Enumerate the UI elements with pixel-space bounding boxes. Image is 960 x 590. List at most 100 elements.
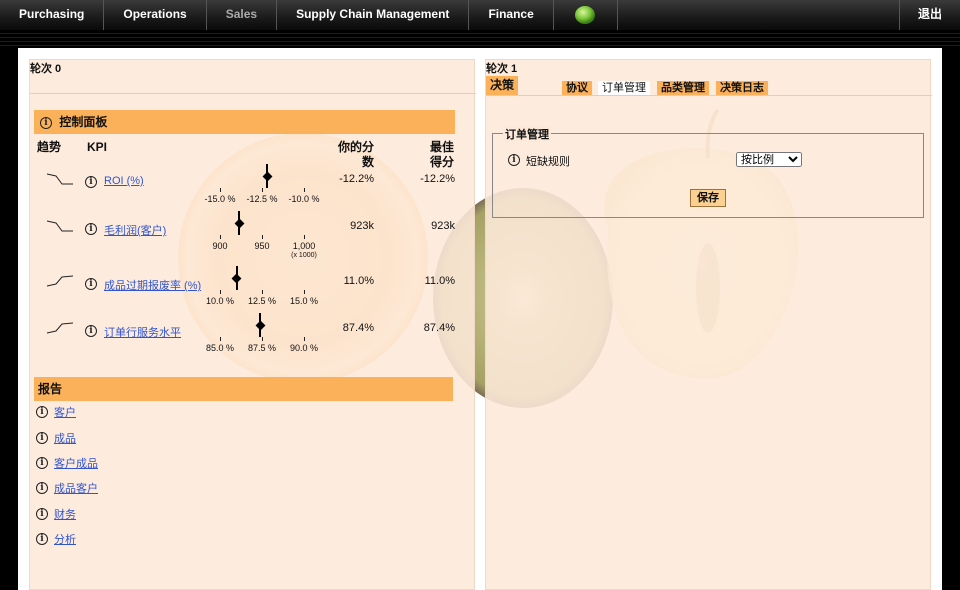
kpi-best-score: 11.0% (424, 275, 455, 287)
shortage-rule-select[interactable]: 按比例 (736, 152, 802, 167)
kpi-your-score: 11.0% (343, 275, 374, 287)
report-item-product-customer[interactable]: i 成品客户 (36, 479, 98, 497)
kpi-best-score: -12.2% (420, 173, 455, 185)
scale-tick-label: 85.0 % (205, 343, 235, 353)
score-marker-diamond (234, 218, 245, 229)
scale-tick (304, 235, 305, 239)
score-marker-diamond (262, 171, 272, 182)
scale-tick-label: 90.0 % (289, 343, 319, 353)
trend-sparkline-icon (46, 322, 74, 334)
reports-title: 报告 (38, 382, 63, 396)
info-icon[interactable]: i (85, 176, 97, 188)
report-item-customer[interactable]: i 客户 (36, 403, 76, 421)
info-icon[interactable]: i (85, 325, 97, 337)
scale-tick (304, 337, 305, 341)
scale-tick-label: 1,000 (292, 241, 316, 251)
report-link[interactable]: 成品客户 (54, 480, 98, 496)
report-link[interactable]: 成品 (54, 430, 76, 446)
nav-supply-chain-management[interactable]: Supply Chain Management (277, 0, 470, 30)
scale-tick (304, 188, 305, 192)
green-orb-logo-icon[interactable] (554, 0, 618, 30)
scale-tick (220, 290, 221, 294)
report-link[interactable]: 客户 (54, 404, 76, 420)
dashboard-header: i 控制面板 (34, 110, 455, 134)
report-item-analysis[interactable]: i 分析 (36, 530, 76, 548)
score-marker-diamond (255, 320, 266, 331)
scale-tick (262, 188, 263, 192)
report-link[interactable]: 分析 (54, 531, 76, 547)
info-icon[interactable]: i (36, 406, 48, 418)
kpi-your-score: 87.4% (342, 322, 374, 334)
kpi-row: i ROI (%) -12.2% -12.2% -15.0 % -12.5 % -10.0 … (30, 164, 476, 216)
scale-tick-label: 15.0 % (289, 296, 319, 306)
tab-order-management[interactable]: 订单管理 (598, 81, 650, 95)
info-icon[interactable]: i (85, 223, 97, 235)
tab-agreement[interactable]: 协议 (562, 81, 592, 95)
nav-operations[interactable]: Operations (104, 0, 207, 30)
report-item-product[interactable]: i 成品 (36, 429, 76, 447)
nav-purchasing[interactable]: Purchasing (0, 0, 105, 30)
info-icon[interactable]: i (36, 508, 48, 520)
scale-tick-label: 900 (212, 241, 228, 251)
round-0-title: 轮次 0 (30, 63, 62, 75)
report-item-finance[interactable]: i 财务 (36, 505, 76, 523)
info-icon[interactable]: i (36, 533, 48, 545)
kpi-link[interactable]: 毛利润(客户) (104, 222, 166, 238)
scale-tick (220, 235, 221, 239)
kpi-scale: 10.0 % 12.5 % 15.0 % (206, 266, 318, 306)
nav-sales[interactable]: Sales (207, 0, 278, 30)
divider (30, 93, 476, 94)
kpi-scale: 85.0 % 87.5 % 90.0 % (206, 313, 318, 353)
info-icon[interactable]: i (85, 278, 97, 290)
header-stripes (0, 30, 960, 49)
scale-tick-label: 12.5 % (247, 296, 277, 306)
report-item-customer-product[interactable]: i 客户成品 (36, 454, 98, 472)
trend-sparkline-icon (46, 173, 73, 185)
round-0-panel: 轮次 0 i 控制面板 趋势 KPI 你的分 数 最佳 得分 i ROI (%) -… (29, 59, 476, 590)
divider (486, 95, 932, 96)
col-best-score: 最佳 得分 (414, 140, 454, 170)
kpi-row: i 成品过期报废率 (%) 11.0% 11.0% 10.0 % 12.5 % 15.0 % (30, 266, 476, 318)
info-icon[interactable]: i (36, 482, 48, 494)
scale-unit-label: (x 1000) (291, 252, 317, 259)
info-icon[interactable]: i (36, 432, 48, 444)
tab-decision[interactable]: 决策 (486, 76, 519, 95)
scale-tick-label: 10.0 % (205, 296, 235, 306)
col-your-score: 你的分 数 (324, 140, 374, 170)
scale-tick (220, 337, 221, 341)
shortage-rule-label: 短缺规则 (526, 156, 570, 168)
kpi-best-score: 923k (431, 220, 455, 232)
scale-tick-label: -12.5 % (246, 194, 278, 204)
logout-button[interactable]: 退出 (898, 0, 960, 30)
scale-tick-label: 87.5 % (247, 343, 277, 353)
reports-header: 报告 (34, 377, 453, 401)
report-link[interactable]: 财务 (54, 506, 76, 522)
kpi-row: i 毛利润(客户) 923k 923k 900 950 1,000 (x 1000) (30, 211, 476, 263)
scale-tick (220, 188, 221, 192)
fieldset-legend: 订单管理 (503, 126, 551, 142)
col-your-score-line1: 你的分 (337, 140, 374, 154)
tab-category-management[interactable]: 品类管理 (657, 81, 709, 95)
scale-tick (262, 235, 263, 239)
kpi-best-score: 87.4% (423, 322, 455, 334)
info-icon[interactable]: i (36, 457, 48, 469)
order-management-fieldset: 订单管理 i 短缺规则 按比例 保存 (492, 126, 924, 218)
kpi-your-score: 923k (350, 220, 374, 232)
score-marker-diamond (231, 273, 242, 284)
kpi-link[interactable]: ROI (%) (104, 175, 144, 187)
nav-finance[interactable]: Finance (469, 0, 554, 30)
kpi-link[interactable]: 成品过期报废率 (%) (104, 277, 201, 293)
scale-tick-label: -10.0 % (288, 194, 320, 204)
scale-tick (262, 290, 263, 294)
report-link[interactable]: 客户成品 (54, 455, 98, 471)
round-1-panel: 轮次 1 决策 协议 订单管理 品类管理 决策日志 订单管理 i 短缺规则 按比… (485, 59, 932, 590)
info-icon[interactable]: i (40, 116, 52, 129)
scale-tick (304, 290, 305, 294)
col-best-score-line2: 得分 (429, 155, 454, 169)
info-icon[interactable]: i (508, 154, 520, 166)
top-navigation: Purchasing Operations Sales Supply Chain… (0, 0, 960, 30)
tab-decision-log[interactable]: 决策日志 (716, 81, 768, 95)
trend-sparkline-icon (46, 220, 73, 232)
kpi-link[interactable]: 订单行服务水平 (104, 324, 181, 340)
save-button[interactable]: 保存 (690, 189, 726, 207)
